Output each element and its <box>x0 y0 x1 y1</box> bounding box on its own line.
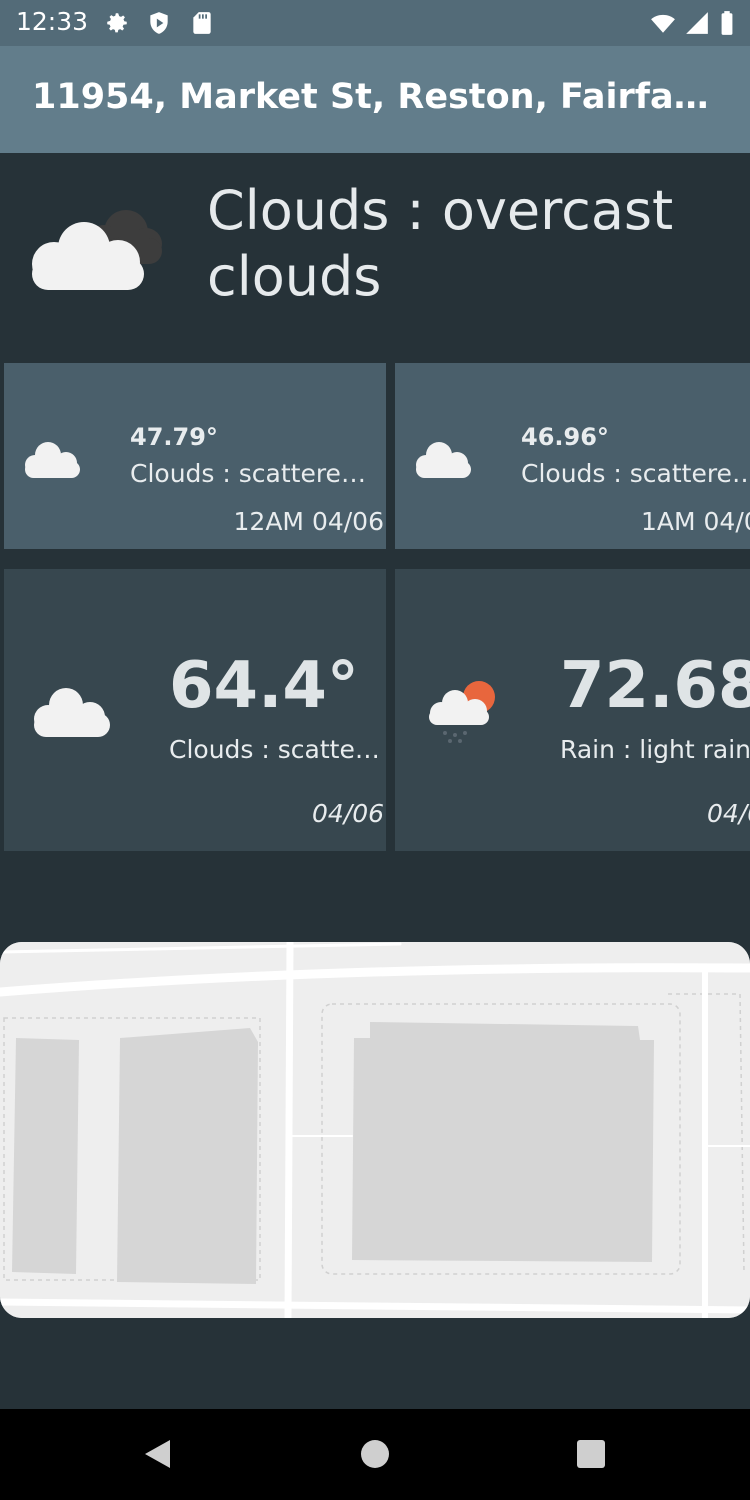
signal-icon <box>686 12 708 34</box>
daily-description: Clouds : scattered clouds <box>169 735 381 764</box>
hourly-temp: 47.79° <box>130 423 218 451</box>
app-bar: 11954, Market St, Reston, Fairfax County <box>0 46 750 153</box>
navigation-bar <box>0 1409 750 1500</box>
back-icon[interactable] <box>140 1437 174 1471</box>
location-map[interactable] <box>0 942 750 1318</box>
status-time: 12:33 <box>16 7 89 36</box>
cloud-icon <box>25 442 80 478</box>
home-icon[interactable] <box>358 1437 392 1471</box>
location-title: 11954, Market St, Reston, Fairfax County <box>32 77 712 117</box>
recents-icon[interactable] <box>574 1437 608 1471</box>
overcast-clouds-icon <box>32 210 162 290</box>
wifi-icon <box>651 14 675 33</box>
cloud-icon <box>416 442 471 478</box>
daily-card[interactable]: 64.4° Clouds : scattered clouds 04/06 <box>4 569 386 851</box>
map-tiles <box>0 942 750 1318</box>
daily-temp: 64.4° <box>169 649 359 723</box>
hourly-temp: 46.96° <box>521 423 609 451</box>
shield-play-icon <box>150 12 168 34</box>
daily-card[interactable]: 72.68° Rain : light rain 04/06 <box>395 569 750 851</box>
hourly-time: 1AM 04/06 <box>641 507 750 536</box>
daily-date: 04/06 <box>707 799 750 828</box>
gear-icon <box>107 13 127 33</box>
current-description: Clouds : overcast clouds <box>207 179 674 308</box>
daily-temp: 72.68° <box>560 649 750 723</box>
rain-sun-icon <box>429 681 495 743</box>
cloud-icon <box>34 688 110 737</box>
battery-icon <box>721 11 733 35</box>
hourly-description: Clouds : scattered clouds <box>521 459 750 488</box>
hourly-time: 12AM 04/06 <box>233 507 384 536</box>
sd-card-icon <box>193 12 211 34</box>
hourly-description: Clouds : scattered clouds <box>130 459 375 488</box>
hourly-card[interactable]: 46.96° Clouds : scattered clouds 1AM 04/… <box>395 363 750 549</box>
status-bar: 12:33 <box>0 0 750 46</box>
daily-date: 04/06 <box>311 799 384 828</box>
hourly-card[interactable]: 47.79° Clouds : scattered clouds 12AM 04… <box>4 363 386 549</box>
daily-description: Rain : light rain <box>560 735 750 764</box>
